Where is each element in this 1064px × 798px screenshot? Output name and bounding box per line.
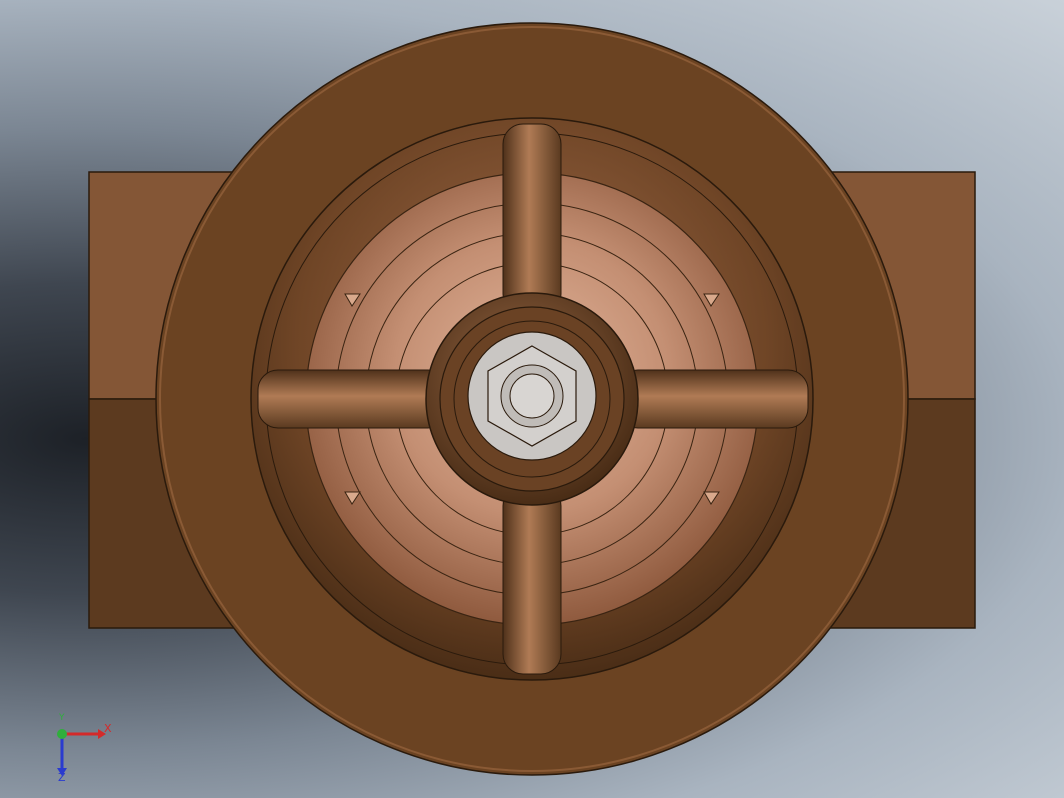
x-axis-label: X — [104, 722, 112, 735]
graphics-viewport[interactable]: X Y Z — [0, 0, 1064, 798]
orientation-triad: X Y Z — [40, 712, 130, 792]
spoke-right — [617, 369, 809, 429]
spoke-left — [257, 369, 449, 429]
spoke-top — [502, 123, 562, 315]
triad-axes-icon — [57, 729, 106, 776]
spoke-bottom — [502, 485, 562, 675]
valve-model[interactable] — [0, 0, 1064, 798]
y-axis-dot — [57, 729, 67, 739]
stem-tip — [509, 373, 555, 419]
z-axis-label: Z — [58, 771, 66, 784]
y-axis-label: Y — [59, 713, 65, 723]
